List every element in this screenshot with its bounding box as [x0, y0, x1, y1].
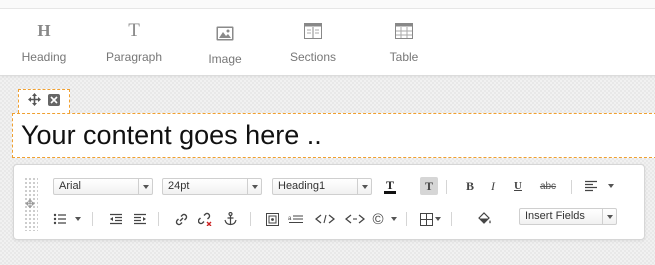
table-tool-label: Table [389, 50, 419, 64]
separator [451, 212, 452, 226]
custom-code-button[interactable] [344, 210, 366, 228]
element-toolbar: H Heading T Paragraph Image Sections Tab… [0, 0, 655, 76]
chevron-down-icon [247, 179, 261, 194]
insert-table-button[interactable] [417, 210, 435, 228]
content-heading-text[interactable]: Your content goes here .. [21, 120, 322, 151]
table-icon [419, 212, 433, 226]
chevron-down-icon [391, 217, 397, 221]
separator [92, 212, 93, 226]
bullet-list-button[interactable] [51, 210, 69, 228]
background-color-button[interactable] [475, 210, 493, 228]
svg-text:T: T [386, 179, 394, 192]
bullet-list-icon [53, 213, 66, 225]
unlink-button[interactable] [196, 210, 214, 228]
font-size-value: 24pt [168, 180, 190, 192]
heading-tool-label: Heading [21, 50, 67, 64]
insert-fields-select[interactable]: Insert Fields [519, 208, 617, 225]
chevron-down-icon [357, 179, 371, 194]
insert-fields-value: Insert Fields [525, 210, 585, 222]
unlink-icon [198, 212, 212, 226]
horizontal-rule-button[interactable]: a [287, 210, 305, 228]
horizontal-rule-icon: a [288, 215, 303, 224]
window-top-edge [0, 0, 655, 9]
chevron-down-icon [138, 179, 152, 194]
custom-code-icon [345, 214, 365, 224]
align-left-icon [585, 180, 597, 192]
copyright-icon: © [372, 210, 384, 228]
paragraph-icon: T [128, 20, 140, 41]
move-icon[interactable] [27, 92, 41, 111]
heading-icon: H [37, 21, 51, 40]
paint-bucket-icon [477, 212, 491, 224]
separator [446, 180, 447, 194]
grip-move-icon: ✥ [25, 197, 36, 211]
special-character-button[interactable]: © [369, 210, 387, 228]
sections-icon [287, 20, 339, 42]
block-handle [18, 89, 70, 113]
separator [406, 212, 407, 226]
bold-button[interactable]: B [461, 177, 479, 195]
chevron-down-icon [608, 184, 614, 188]
font-size-select[interactable]: 24pt [162, 178, 262, 195]
image-tool-label: Image [208, 52, 242, 66]
chevron-down-icon [435, 217, 441, 221]
outdent-icon [110, 213, 122, 225]
insert-image-button[interactable] [263, 210, 281, 228]
chevron-down-icon [602, 209, 616, 224]
table-tool[interactable]: Table [385, 20, 423, 64]
code-icon [315, 214, 335, 224]
highlight-color-button[interactable]: T [420, 177, 438, 195]
image-icon [204, 22, 246, 44]
link-button[interactable] [172, 210, 190, 228]
rich-text-toolbar: ✥ Arial 24pt Heading1 T T B I U abc a © … [13, 164, 645, 240]
image-icon [265, 212, 279, 226]
paragraph-tool-label: Paragraph [105, 50, 163, 64]
separator [571, 180, 572, 194]
chevron-down-icon [75, 217, 81, 221]
anchor-icon [223, 212, 237, 226]
sections-tool-label: Sections [289, 50, 337, 64]
font-family-select[interactable]: Arial [53, 178, 153, 195]
indent-icon [134, 213, 146, 225]
underline-button[interactable]: U [509, 177, 527, 195]
link-icon [175, 213, 187, 225]
font-family-value: Arial [59, 180, 82, 192]
svg-text:a: a [288, 216, 292, 222]
italic-button[interactable]: I [484, 177, 502, 195]
image-tool[interactable]: Image [204, 22, 246, 66]
align-button[interactable] [582, 177, 600, 195]
outdent-button[interactable] [107, 210, 125, 228]
close-icon[interactable] [48, 93, 61, 111]
content-block[interactable]: Your content goes here .. [12, 113, 655, 158]
highlight-color-icon: T [425, 179, 433, 193]
anchor-button[interactable] [221, 210, 239, 228]
format-value: Heading1 [278, 180, 326, 192]
sections-tool[interactable]: Sections [287, 20, 339, 64]
source-code-button[interactable] [314, 210, 336, 228]
svg-text:T: T [425, 179, 433, 193]
text-color-icon: T [384, 179, 396, 194]
format-select[interactable]: Heading1 [272, 178, 372, 195]
text-color-button[interactable]: T [381, 177, 399, 195]
strikethrough-button[interactable]: abc [537, 177, 559, 195]
indent-button[interactable] [131, 210, 149, 228]
separator [250, 212, 251, 226]
heading-tool[interactable]: H Heading [20, 20, 68, 64]
paragraph-tool[interactable]: T Paragraph [104, 20, 164, 64]
separator [158, 212, 159, 226]
table-icon [385, 20, 423, 42]
